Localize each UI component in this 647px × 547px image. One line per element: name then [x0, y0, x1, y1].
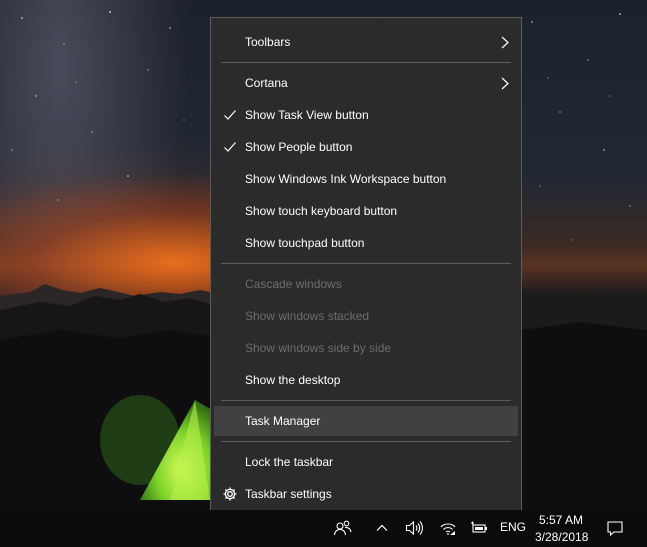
menu-item-label: Toolbars	[245, 35, 291, 49]
menu-item-label: Task Manager	[245, 414, 321, 428]
taskbar-context-menu: Toolbars Cortana Show Task View button S…	[210, 17, 522, 519]
chevron-up-icon[interactable]	[372, 518, 392, 538]
menu-item-label: Show touch keyboard button	[245, 204, 398, 218]
menu-item-label: Taskbar settings	[245, 487, 332, 501]
menu-item-task-manager[interactable]: Task Manager	[214, 406, 518, 436]
menu-item-show-task-view[interactable]: Show Task View button	[214, 100, 518, 130]
menu-separator	[221, 400, 511, 401]
volume-icon[interactable]	[404, 518, 424, 538]
menu-item-label: Show touchpad button	[245, 236, 365, 250]
menu-item-taskbar-settings[interactable]: Taskbar settings	[214, 479, 518, 509]
menu-item-label: Show windows stacked	[245, 309, 370, 323]
menu-separator	[221, 263, 511, 264]
taskbar: ENG 5:57 AM 3/28/2018	[0, 510, 647, 547]
checkmark-icon	[224, 142, 236, 152]
menu-item-label: Show the desktop	[245, 373, 341, 387]
menu-item-show-desktop[interactable]: Show the desktop	[214, 365, 518, 395]
menu-item-label: Show Task View button	[245, 108, 369, 122]
clock-time: 5:57 AM	[539, 513, 584, 527]
gear-icon	[223, 487, 237, 501]
menu-item-show-windows-stacked: Show windows stacked	[214, 301, 518, 331]
menu-item-label: Cascade windows	[245, 277, 342, 291]
menu-separator	[221, 441, 511, 442]
people-icon[interactable]	[333, 518, 353, 538]
menu-item-show-windows-side-by-side: Show windows side by side	[214, 333, 518, 363]
menu-item-label: Lock the taskbar	[245, 455, 334, 469]
battery-icon[interactable]	[470, 518, 490, 538]
language-indicator[interactable]: ENG	[500, 520, 526, 534]
menu-item-label: Show windows side by side	[245, 341, 392, 355]
menu-item-show-windows-ink[interactable]: Show Windows Ink Workspace button	[214, 164, 518, 194]
clock-date: 3/28/2018	[535, 530, 589, 544]
clock[interactable]: 5:57 AM 3/28/2018	[530, 512, 594, 546]
action-center-icon[interactable]	[605, 518, 625, 538]
menu-item-show-people[interactable]: Show People button	[214, 132, 518, 162]
chevron-right-icon	[501, 77, 509, 90]
menu-item-toolbars[interactable]: Toolbars	[214, 27, 518, 57]
network-icon[interactable]	[438, 518, 458, 538]
menu-item-label: Show People button	[245, 140, 353, 154]
menu-item-cortana[interactable]: Cortana	[214, 68, 518, 98]
menu-item-cascade-windows: Cascade windows	[214, 269, 518, 299]
checkmark-icon	[224, 110, 236, 120]
menu-item-show-touchpad[interactable]: Show touchpad button	[214, 228, 518, 258]
menu-item-label: Cortana	[245, 76, 288, 90]
menu-item-show-touch-keyboard[interactable]: Show touch keyboard button	[214, 196, 518, 226]
menu-item-lock-taskbar[interactable]: Lock the taskbar	[214, 447, 518, 477]
menu-item-label: Show Windows Ink Workspace button	[245, 172, 447, 186]
menu-separator	[221, 62, 511, 63]
chevron-right-icon	[501, 36, 509, 49]
glowing-tent	[100, 395, 212, 500]
